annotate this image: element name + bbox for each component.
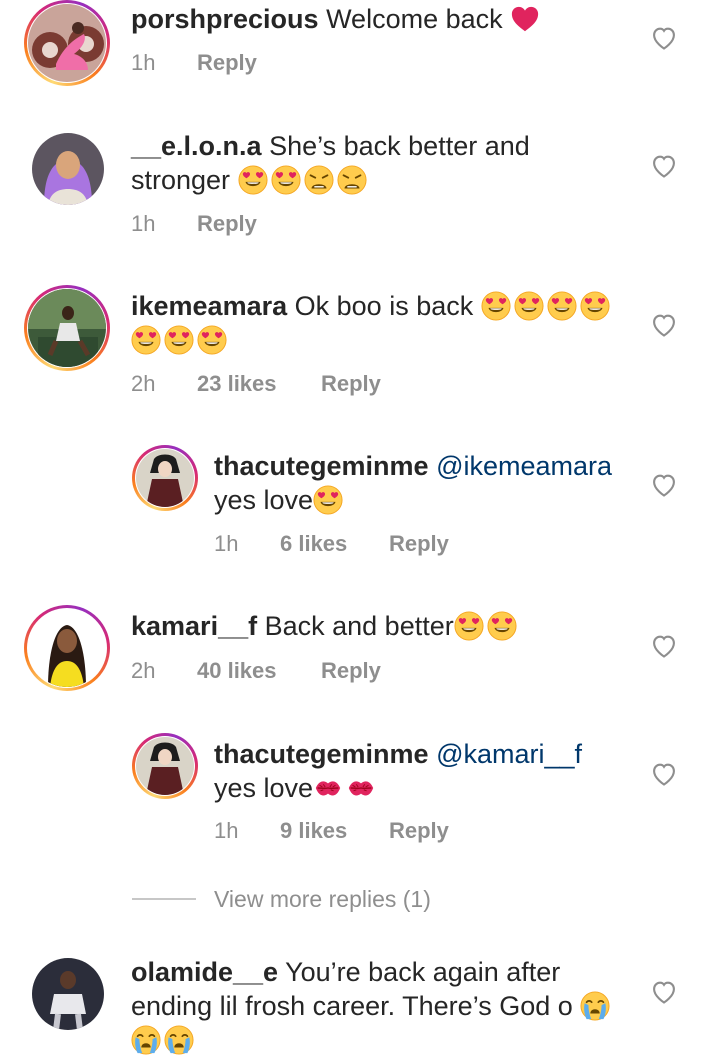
likes-count[interactable]: 6 likes — [280, 531, 389, 557]
heart-eyes-emoji-icon — [197, 325, 227, 355]
timestamp: 1h — [214, 818, 239, 843]
comment-text: __e.l.o.n.a She’s back better and strong… — [131, 129, 530, 197]
like-heart-icon[interactable] — [650, 152, 678, 180]
view-more-divider — [132, 898, 196, 900]
comment-body: Ok boo is back — [294, 291, 474, 321]
comment-meta: 2h 40 likes Reply — [131, 658, 381, 684]
reply-button[interactable]: Reply — [321, 371, 381, 397]
comment-meta: 1h Reply — [131, 211, 257, 237]
comment-body: She’s back better and — [269, 131, 530, 161]
avatar-photo-icon — [28, 289, 106, 367]
like-heart-icon[interactable] — [650, 978, 678, 1006]
likes-count[interactable]: 23 likes — [197, 371, 321, 397]
username[interactable]: __e.l.o.n.a — [131, 131, 262, 161]
timestamp: 2h — [131, 371, 156, 396]
heart-eyes-emoji-icon — [580, 291, 610, 321]
reply-button[interactable]: Reply — [389, 531, 449, 557]
comment-body: Welcome back — [326, 4, 503, 34]
timestamp: 1h — [214, 531, 239, 556]
likes-count[interactable]: 9 likes — [280, 818, 389, 844]
heart-eyes-emoji-icon — [238, 165, 268, 195]
red-heart-emoji-icon — [510, 4, 540, 34]
likes-count[interactable]: 40 likes — [197, 658, 321, 684]
comment-text: ikemeamara Ok boo is back — [131, 289, 613, 357]
comment-text: porshprecious Welcome back — [131, 2, 543, 36]
username[interactable]: thacutegeminme — [214, 451, 429, 481]
comment-meta: 1h 6 likes Reply — [214, 531, 449, 557]
loudly-crying-emoji-icon — [580, 991, 610, 1021]
avatar-photo-icon — [28, 609, 106, 687]
comment-body-line2: stronger — [131, 165, 231, 195]
comment-body: yes love — [214, 773, 314, 803]
reply-button[interactable]: Reply — [321, 658, 381, 684]
heart-eyes-emoji-icon — [514, 291, 544, 321]
weary-face-emoji-icon — [337, 165, 367, 195]
loudly-crying-emoji-icon — [164, 1025, 194, 1055]
username[interactable]: kamari__f — [131, 611, 257, 641]
heart-eyes-emoji-icon — [164, 325, 194, 355]
reply-button[interactable]: Reply — [197, 50, 257, 76]
comment-text: thacutegeminme @kamari__f yes love — [214, 737, 582, 805]
heart-eyes-emoji-icon — [131, 325, 161, 355]
heart-eyes-emoji-icon — [313, 485, 343, 515]
comment-body: Back and better — [264, 611, 454, 641]
kiss-mark-emoji-icon — [313, 773, 343, 803]
avatar[interactable] — [132, 445, 198, 511]
comment-text: kamari__f Back and better — [131, 609, 520, 643]
timestamp: 1h — [131, 50, 156, 75]
mention-link[interactable]: @kamari__f — [436, 739, 582, 769]
like-heart-icon[interactable] — [650, 24, 678, 52]
reply-thacutegeminme-1: thacutegeminme @ikemeamara yes love 1h 6… — [0, 445, 720, 565]
avatar-photo-icon — [136, 737, 194, 795]
like-heart-icon[interactable] — [650, 311, 678, 339]
kiss-mark-emoji-icon — [346, 773, 376, 803]
comment-olamide: olamide__e You’re back again after endin… — [0, 952, 720, 1046]
reply-thacutegeminme-2: thacutegeminme @kamari__f yes love 1h 9 … — [0, 733, 720, 853]
reply-button[interactable]: Reply — [389, 818, 449, 844]
comment-body-line2: ending lil frosh career. There’s God o — [131, 991, 573, 1021]
username[interactable]: ikemeamara — [131, 291, 287, 321]
avatar[interactable] — [32, 958, 104, 1030]
comment-meta: 2h 23 likes Reply — [131, 371, 381, 397]
heart-eyes-emoji-icon — [481, 291, 511, 321]
reply-button[interactable]: Reply — [197, 211, 257, 237]
comment-text: thacutegeminme @ikemeamara yes love — [214, 449, 612, 517]
like-heart-icon[interactable] — [650, 760, 678, 788]
comment-ikemeamara: ikemeamara Ok boo is back 2h 23 likes Re… — [0, 285, 720, 405]
comment-elona: __e.l.o.n.a She’s back better and strong… — [0, 125, 720, 245]
avatar-photo-icon — [32, 133, 104, 205]
comment-meta: 1h 9 likes Reply — [214, 818, 449, 844]
timestamp: 2h — [131, 658, 156, 683]
heart-eyes-emoji-icon — [271, 165, 301, 195]
username[interactable]: olamide__e — [131, 957, 278, 987]
avatar[interactable] — [24, 285, 110, 371]
avatar[interactable] — [32, 133, 104, 205]
avatar[interactable] — [132, 733, 198, 799]
avatar[interactable] — [24, 0, 110, 86]
avatar-photo-icon — [28, 4, 106, 82]
timestamp: 1h — [131, 211, 156, 236]
comment-porshprecious: porshprecious Welcome back 1h Reply — [0, 0, 720, 110]
avatar-photo-icon — [136, 449, 194, 507]
comment-body: You’re back again after — [285, 957, 561, 987]
comment-text: olamide__e You’re back again after endin… — [131, 955, 613, 1057]
username[interactable]: thacutegeminme — [214, 739, 429, 769]
comment-kamari: kamari__f Back and better 2h 40 likes Re… — [0, 605, 720, 705]
comment-meta: 1h Reply — [131, 50, 257, 76]
heart-eyes-emoji-icon — [487, 611, 517, 641]
username[interactable]: porshprecious — [131, 4, 319, 34]
avatar-photo-icon — [32, 958, 104, 1030]
avatar[interactable] — [24, 605, 110, 691]
weary-face-emoji-icon — [304, 165, 334, 195]
mention-link[interactable]: @ikemeamara — [436, 451, 612, 481]
heart-eyes-emoji-icon — [454, 611, 484, 641]
like-heart-icon[interactable] — [650, 632, 678, 660]
view-more-replies-button[interactable]: View more replies (1) — [214, 886, 431, 913]
comment-body: yes love — [214, 485, 314, 515]
loudly-crying-emoji-icon — [131, 1025, 161, 1055]
like-heart-icon[interactable] — [650, 471, 678, 499]
heart-eyes-emoji-icon — [547, 291, 577, 321]
